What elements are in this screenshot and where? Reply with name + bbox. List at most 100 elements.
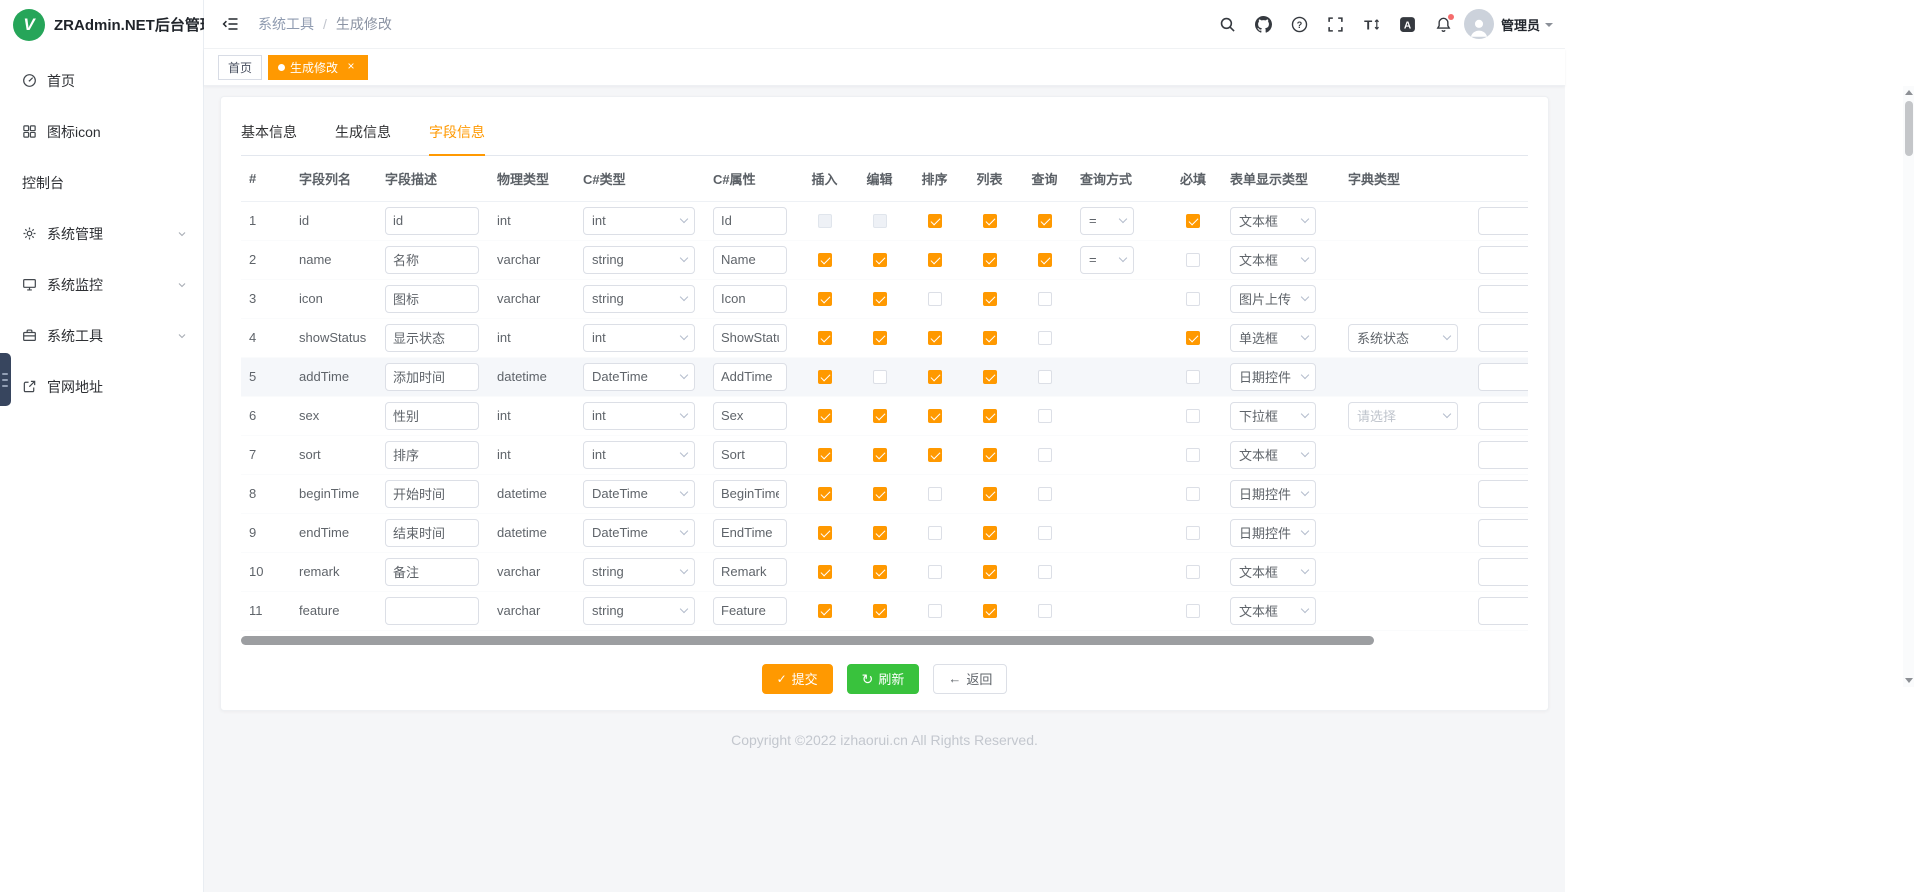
scrollbar-up-arrow[interactable] <box>1905 90 1913 95</box>
csharp-type-select[interactable]: int <box>583 402 695 430</box>
display-type-select[interactable]: 日期控件 <box>1230 480 1316 508</box>
insert-checkbox[interactable] <box>818 292 832 306</box>
sidebar-item-system-manage[interactable]: 系统管理 <box>0 208 203 259</box>
insert-checkbox[interactable] <box>818 331 832 345</box>
csharp-property-input[interactable] <box>713 363 787 391</box>
extra-input[interactable] <box>1478 402 1528 430</box>
query-checkbox[interactable] <box>1038 448 1052 462</box>
description-input[interactable] <box>385 597 479 625</box>
edit-checkbox[interactable] <box>873 448 887 462</box>
display-type-select[interactable]: 文本框 <box>1230 441 1316 469</box>
list-checkbox[interactable] <box>983 292 997 306</box>
required-checkbox[interactable] <box>1186 487 1200 501</box>
description-input[interactable] <box>385 402 479 430</box>
translate-icon[interactable]: A <box>1393 9 1422 39</box>
github-icon[interactable] <box>1249 9 1278 39</box>
extra-input[interactable] <box>1478 480 1528 508</box>
insert-checkbox[interactable] <box>818 565 832 579</box>
sidebar-item-system-tools[interactable]: 系统工具 <box>0 310 203 361</box>
sort-checkbox[interactable] <box>928 604 942 618</box>
description-input[interactable] <box>385 480 479 508</box>
edit-checkbox[interactable] <box>873 526 887 540</box>
csharp-property-input[interactable] <box>713 441 787 469</box>
display-type-select[interactable]: 文本框 <box>1230 597 1316 625</box>
edit-checkbox[interactable] <box>873 409 887 423</box>
sidebar-item-console[interactable]: 控制台 <box>0 157 203 208</box>
required-checkbox[interactable] <box>1186 526 1200 540</box>
horizontal-scrollbar-thumb[interactable] <box>241 636 1374 645</box>
insert-checkbox[interactable] <box>818 604 832 618</box>
extra-input[interactable] <box>1478 207 1528 235</box>
search-icon[interactable] <box>1213 9 1242 39</box>
sort-checkbox[interactable] <box>928 448 942 462</box>
csharp-type-select[interactable]: DateTime <box>583 480 695 508</box>
csharp-type-select[interactable]: string <box>583 558 695 586</box>
list-checkbox[interactable] <box>983 448 997 462</box>
extra-input[interactable] <box>1478 285 1528 313</box>
sort-checkbox[interactable] <box>928 526 942 540</box>
scrollbar-down-arrow[interactable] <box>1905 678 1913 683</box>
display-type-select[interactable]: 单选框 <box>1230 324 1316 352</box>
sidebar-item-home[interactable]: 首页 <box>0 55 203 106</box>
sort-checkbox[interactable] <box>928 487 942 501</box>
insert-checkbox[interactable] <box>818 487 832 501</box>
csharp-property-input[interactable] <box>713 324 787 352</box>
required-checkbox[interactable] <box>1186 604 1200 618</box>
csharp-property-input[interactable] <box>713 519 787 547</box>
extra-input[interactable] <box>1478 597 1528 625</box>
description-input[interactable] <box>385 519 479 547</box>
csharp-type-select[interactable]: int <box>583 324 695 352</box>
csharp-type-select[interactable]: string <box>583 246 695 274</box>
query-type-select[interactable]: = <box>1080 207 1134 235</box>
font-size-icon[interactable]: T <box>1357 9 1386 39</box>
required-checkbox[interactable] <box>1186 253 1200 267</box>
csharp-type-select[interactable]: int <box>583 207 695 235</box>
insert-checkbox[interactable] <box>818 448 832 462</box>
query-checkbox[interactable] <box>1038 370 1052 384</box>
list-checkbox[interactable] <box>983 409 997 423</box>
tab-gen-info[interactable]: 生成信息 <box>335 113 391 155</box>
sort-checkbox[interactable] <box>928 565 942 579</box>
list-checkbox[interactable] <box>983 214 997 228</box>
csharp-property-input[interactable] <box>713 285 787 313</box>
csharp-property-input[interactable] <box>713 246 787 274</box>
display-type-select[interactable]: 图片上传 <box>1230 285 1316 313</box>
tab-basic-info[interactable]: 基本信息 <box>241 113 297 155</box>
display-type-select[interactable]: 日期控件 <box>1230 363 1316 391</box>
required-checkbox[interactable] <box>1186 370 1200 384</box>
csharp-type-select[interactable]: DateTime <box>583 363 695 391</box>
sort-checkbox[interactable] <box>928 253 942 267</box>
tag-home[interactable]: 首页 <box>218 55 262 80</box>
tag-close-icon[interactable] <box>344 60 358 74</box>
edit-checkbox[interactable] <box>873 370 887 384</box>
csharp-type-select[interactable]: string <box>583 597 695 625</box>
list-checkbox[interactable] <box>983 604 997 618</box>
list-checkbox[interactable] <box>983 331 997 345</box>
query-checkbox[interactable] <box>1038 526 1052 540</box>
fullscreen-icon[interactable] <box>1321 9 1350 39</box>
tab-field-info[interactable]: 字段信息 <box>429 113 485 155</box>
required-checkbox[interactable] <box>1186 292 1200 306</box>
vertical-scrollbar-thumb[interactable] <box>1905 101 1913 156</box>
csharp-type-select[interactable]: string <box>583 285 695 313</box>
csharp-property-input[interactable] <box>713 402 787 430</box>
query-type-select[interactable]: = <box>1080 246 1134 274</box>
description-input[interactable] <box>385 558 479 586</box>
sidebar-item-website[interactable]: 官网地址 <box>0 361 203 412</box>
required-checkbox[interactable] <box>1186 214 1200 228</box>
insert-checkbox[interactable] <box>818 214 832 228</box>
csharp-type-select[interactable]: int <box>583 441 695 469</box>
edit-checkbox[interactable] <box>873 331 887 345</box>
query-checkbox[interactable] <box>1038 487 1052 501</box>
insert-checkbox[interactable] <box>818 526 832 540</box>
dict-type-select[interactable]: 请选择 <box>1348 402 1458 430</box>
user-menu-caret-icon[interactable] <box>1545 23 1553 31</box>
breadcrumb-item[interactable]: 系统工具 <box>258 14 314 34</box>
csharp-type-select[interactable]: DateTime <box>583 519 695 547</box>
display-type-select[interactable]: 文本框 <box>1230 558 1316 586</box>
query-checkbox[interactable] <box>1038 604 1052 618</box>
edit-checkbox[interactable] <box>873 487 887 501</box>
query-checkbox[interactable] <box>1038 214 1052 228</box>
edit-checkbox[interactable] <box>873 604 887 618</box>
insert-checkbox[interactable] <box>818 253 832 267</box>
